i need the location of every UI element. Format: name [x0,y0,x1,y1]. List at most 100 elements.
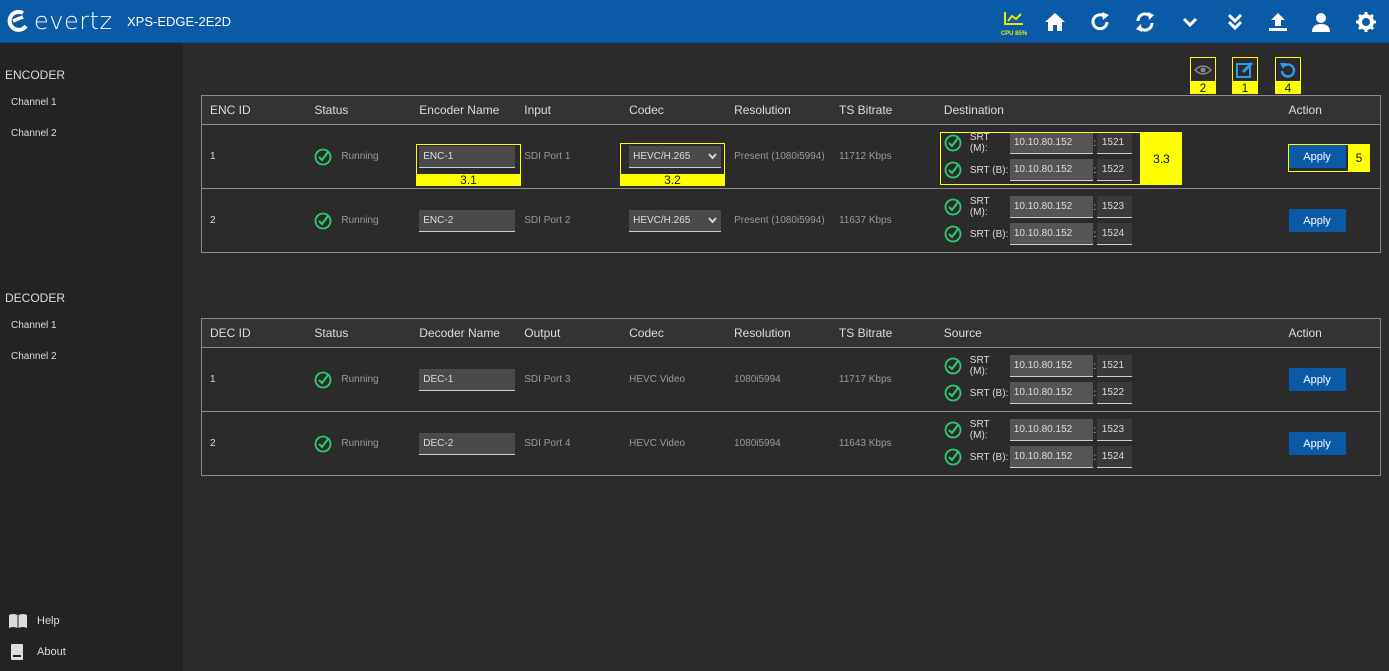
destination-ip-input[interactable] [1009,223,1093,245]
sync-icon[interactable] [1133,10,1157,34]
col-header: Codec [621,95,727,125]
source-port-input[interactable] [1096,419,1132,441]
codec-cell: HEVC Video [621,347,727,412]
bitrate-cell: 11643 Kbps [830,411,936,476]
dec-id: 1 [201,347,307,412]
encoder-name-input[interactable] [419,209,516,232]
logo-text: evertz [34,7,113,35]
apply-button[interactable]: Apply [1288,432,1346,455]
bitrate-cell: 11637 Kbps [830,188,936,253]
col-header: TS Bitrate [830,318,936,348]
user-icon[interactable] [1309,10,1333,34]
encoder-section-title: ENCODER [5,68,66,82]
col-header: Output [516,318,622,348]
refresh-icon[interactable] [1088,10,1112,34]
decoder-name-input[interactable] [419,368,516,391]
sidebar-item-encoder-channel-2[interactable]: Channel 2 [11,128,57,139]
source-row: SRT (B): : [944,380,1281,407]
annotation-label-2: 2 [1190,81,1216,95]
view-eye-icon[interactable] [1190,57,1216,83]
source-port-input[interactable] [1096,446,1132,468]
source-ip-input[interactable] [1009,446,1093,468]
book-icon [9,614,27,628]
cpu-usage-button[interactable]: CPU 85% [996,11,1032,39]
about-link[interactable]: About [8,644,66,660]
source-port-input[interactable] [1096,382,1132,404]
sidebar: ENCODER Channel 1 Channel 2 DECODER Chan… [0,43,183,671]
col-header: Status [306,318,412,348]
check-circle-icon [944,225,962,243]
encoder-table: ENC ID Status Encoder Name Input Codec R… [201,95,1381,253]
status-text: Running [341,215,379,226]
apply-button[interactable]: Apply [1288,368,1346,391]
status-text: Running [341,374,379,385]
bitrate-cell: 11712 Kbps [830,124,936,189]
col-header: Encoder Name [411,95,517,125]
cpu-chart-icon [1004,12,1023,25]
home-icon[interactable] [1043,10,1067,34]
check-circle-icon [314,371,332,388]
codec-select[interactable]: HEVC/H.265 [629,209,722,232]
source-ip-input[interactable] [1009,382,1093,404]
dec-id: 2 [201,411,307,476]
bitrate-cell: 11717 Kbps [830,347,936,412]
source-ip-input[interactable] [1009,355,1093,377]
codec-value: HEVC/H.265 [633,214,691,226]
sidebar-item-encoder-channel-1[interactable]: Channel 1 [11,97,57,108]
col-header: DEC ID [201,318,307,348]
settings-gear-icon[interactable] [1354,10,1378,34]
check-circle-icon [944,198,962,216]
annotation-label-5: 5 [1348,144,1370,172]
col-header: Source [935,318,1281,348]
destination-row: SRT (M): : [944,194,1281,221]
source-ip-input[interactable] [1009,419,1093,441]
source-row: SRT (M): : [944,353,1281,380]
check-circle-icon [314,435,332,452]
document-icon [11,644,23,660]
double-chevron-down-icon[interactable] [1223,10,1247,34]
status-text: Running [341,438,379,449]
source-label: SRT (B): [969,387,1009,399]
resolution-cell: 1080i5994 [726,347,831,412]
source-row: SRT (M): : [944,417,1281,444]
source-port-input[interactable] [1096,355,1132,377]
upload-icon[interactable] [1266,10,1290,34]
output-cell: SDI Port 4 [516,411,622,476]
help-link[interactable]: Help [8,613,60,629]
col-header: Status [306,95,412,125]
destination-row: SRT (B): : [944,221,1281,248]
sidebar-item-decoder-channel-1[interactable]: Channel 1 [11,320,57,331]
destination-port-input[interactable] [1096,223,1132,245]
status-cell: Running [314,212,411,230]
source-label: SRT (M): [969,419,990,441]
destination-ip-input[interactable] [1009,196,1093,218]
table-row: 2 Running SDI Port 2 HEVC/H.265 Present … [201,188,1381,253]
cpu-label: CPU 85% [1000,31,1028,37]
source-label: SRT (M): [969,355,990,377]
destination-port-input[interactable] [1096,196,1132,218]
decoder-table-header: DEC ID Status Decoder Name Output Codec … [201,318,1381,348]
sidebar-item-decoder-channel-2[interactable]: Channel 2 [11,351,57,362]
chevron-down-icon[interactable] [1178,10,1202,34]
table-row: 1 Running SDI Port 3 HEVC Video 1080i599… [201,347,1381,412]
apply-button[interactable]: Apply [1288,209,1346,232]
reset-undo-icon[interactable] [1275,57,1301,83]
status-cell: Running [314,148,411,166]
destination-label: SRT (B): [969,228,1009,240]
chevron-down-icon [708,217,717,223]
highlight-apply [1288,144,1354,172]
top-bar: evertz XPS-EDGE-2E2D CPU 85% [0,0,1389,43]
status-cell: Running [314,435,411,453]
input-cell: SDI Port 2 [516,188,622,253]
evertz-logo[interactable]: evertz [7,6,113,36]
col-header: Resolution [726,95,831,125]
main-content: 2 1 4 ENC ID Status Encoder Name Input C… [183,43,1389,671]
decoder-name-input[interactable] [419,432,516,455]
col-header: Action [1280,318,1381,348]
edit-icon[interactable] [1232,57,1258,83]
highlight-destination [940,132,1141,185]
status-text: Running [341,151,379,162]
help-label: Help [37,615,60,627]
source-row: SRT (B): : [944,444,1281,471]
annotation-label-3-2: 3.2 [620,173,725,187]
